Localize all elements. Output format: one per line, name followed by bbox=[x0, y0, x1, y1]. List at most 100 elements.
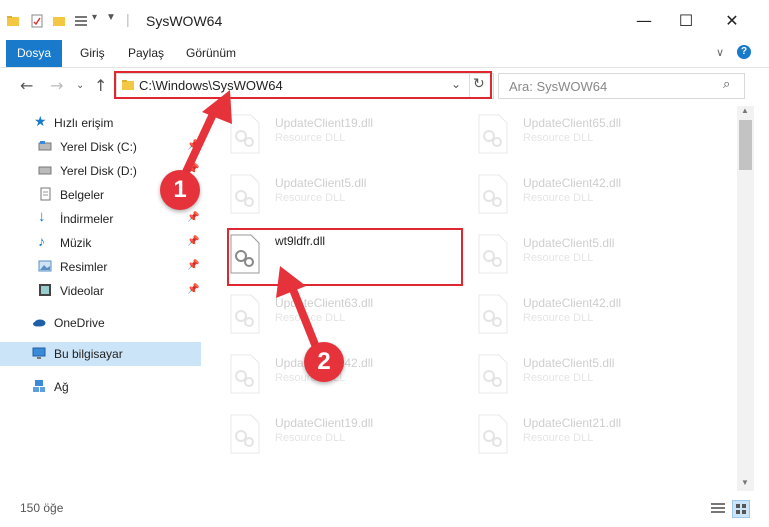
tab-home[interactable]: Giriş bbox=[80, 40, 105, 67]
file-name: UpdateClient19.dll bbox=[275, 116, 374, 130]
customize-toolbar-icon[interactable]: ▼ bbox=[106, 12, 116, 23]
nav-onedrive[interactable]: OneDrive bbox=[0, 312, 201, 334]
chevron-down-icon[interactable]: ▾ bbox=[92, 12, 97, 23]
file-item[interactable]: UpdateClient42.dll Resource DLL bbox=[477, 170, 717, 222]
file-item[interactable]: UpdateClient19.dll Resource DLL bbox=[229, 110, 469, 162]
file-item[interactable]: UpdateClient21.dll Resource DLL bbox=[477, 410, 717, 462]
nav-label: Yerel Disk (C:) bbox=[60, 140, 137, 154]
up-button[interactable]: ↑ bbox=[94, 76, 107, 95]
nav-label: Resimler bbox=[60, 260, 108, 274]
search-icon[interactable]: ⌕ bbox=[723, 77, 730, 92]
file-item[interactable]: UpdateClient42.dll Resource DLL bbox=[477, 290, 717, 342]
file-name: UpdateClient65.dll bbox=[523, 116, 622, 130]
item-count: 150 öğe bbox=[20, 501, 64, 515]
dll-file-icon bbox=[478, 414, 508, 454]
address-highlight bbox=[114, 71, 492, 99]
file-name: UpdateClient19.dll bbox=[275, 416, 374, 430]
window-title: SysWOW64 bbox=[146, 13, 223, 29]
new-folder-icon[interactable] bbox=[52, 14, 66, 28]
file-item[interactable]: UpdateClient5.dll Resource DLL bbox=[477, 230, 717, 282]
step-1-badge: 1 bbox=[160, 170, 200, 210]
search-input[interactable]: Ara: SysWOW64 bbox=[509, 79, 607, 94]
scroll-down-icon[interactable]: ▼ bbox=[741, 478, 749, 487]
scroll-up-icon[interactable]: ▲ bbox=[741, 106, 749, 115]
nav-drive-c[interactable]: Yerel Disk (C:) 📌 bbox=[0, 136, 201, 158]
expand-ribbon-icon[interactable]: ∨ bbox=[716, 46, 724, 59]
forward-button[interactable]: → bbox=[50, 76, 63, 95]
maximize-button[interactable]: ☐ bbox=[666, 8, 706, 34]
dll-file-icon bbox=[230, 354, 260, 394]
ribbon-tabs: Dosya Giriş Paylaş Görünüm ∨ ? bbox=[0, 40, 769, 68]
pin-icon: 📌 bbox=[187, 236, 200, 247]
video-icon bbox=[39, 284, 51, 296]
navigation-pane: ★ Hızlı erişim Yerel Disk (C:) 📌 Yerel D… bbox=[0, 106, 205, 491]
nav-label: OneDrive bbox=[54, 316, 105, 330]
status-bar: 150 öğe bbox=[0, 495, 769, 527]
file-name: UpdateClient42.dll bbox=[523, 296, 622, 310]
details-view-icon[interactable] bbox=[710, 501, 726, 515]
nav-label: Hızlı erişim bbox=[54, 116, 114, 130]
nav-music[interactable]: ♪ Müzik 📌 bbox=[0, 232, 201, 254]
star-icon: ★ bbox=[34, 113, 47, 129]
nav-label: Ağ bbox=[54, 380, 69, 394]
dll-file-icon bbox=[478, 234, 508, 274]
file-item[interactable]: UpdateClient65.dll Resource DLL bbox=[477, 110, 717, 162]
dll-file-icon bbox=[230, 414, 260, 454]
recent-locations-icon[interactable]: ⌄ bbox=[76, 80, 84, 91]
search-box[interactable]: Ara: SysWOW64 ⌕ bbox=[498, 73, 745, 99]
file-item[interactable]: UpdateClient19.dll Resource DLL bbox=[229, 410, 469, 462]
dll-file-icon bbox=[230, 294, 260, 334]
music-icon: ♪ bbox=[38, 233, 45, 249]
dll-file-icon bbox=[478, 114, 508, 154]
dll-file-icon bbox=[478, 294, 508, 334]
computer-icon bbox=[32, 347, 46, 359]
file-name: UpdateClient5.dll bbox=[523, 236, 615, 250]
file-type: Resource DLL bbox=[523, 192, 594, 204]
nav-network[interactable]: Ağ bbox=[0, 376, 201, 398]
folder-icon bbox=[7, 16, 19, 26]
quick-access-toolbar-icon[interactable] bbox=[74, 14, 88, 28]
file-item[interactable]: UpdateClient5.dll Resource DLL bbox=[477, 350, 717, 402]
file-type: Resource DLL bbox=[275, 432, 346, 444]
file-name: UpdateClient63.dll bbox=[275, 296, 374, 310]
close-button[interactable]: ✕ bbox=[712, 8, 752, 34]
large-icons-view-icon[interactable] bbox=[732, 500, 750, 518]
file-type: Resource DLL bbox=[275, 192, 346, 204]
file-name: UpdateClient42.dll bbox=[523, 176, 622, 190]
nav-quick-access[interactable]: ★ Hızlı erişim bbox=[0, 112, 201, 134]
dll-file-icon bbox=[230, 174, 260, 214]
tab-share[interactable]: Paylaş bbox=[128, 40, 164, 67]
nav-videos[interactable]: Videolar 📌 bbox=[0, 280, 201, 302]
back-button[interactable]: ← bbox=[20, 76, 33, 95]
pin-icon: 📌 bbox=[187, 284, 200, 295]
file-highlight bbox=[227, 228, 463, 286]
file-item[interactable]: UpdateClient5.dll Resource DLL bbox=[229, 170, 469, 222]
nav-label: Bu bilgisayar bbox=[54, 347, 123, 361]
pin-icon: 📌 bbox=[187, 260, 200, 271]
file-item[interactable]: UpdateClient42.dll Resource DLL bbox=[229, 350, 469, 402]
tab-file[interactable]: Dosya bbox=[6, 40, 62, 67]
nav-this-pc[interactable]: Bu bilgisayar bbox=[0, 342, 201, 366]
step-2-badge: 2 bbox=[304, 342, 344, 382]
properties-icon[interactable] bbox=[30, 14, 44, 28]
nav-label: Belgeler bbox=[60, 188, 105, 202]
file-type: Resource DLL bbox=[523, 252, 594, 264]
nav-pictures[interactable]: Resimler 📌 bbox=[0, 256, 201, 278]
dll-file-icon bbox=[230, 114, 260, 154]
title-divider: | bbox=[126, 11, 130, 27]
download-icon: ↓ bbox=[38, 208, 46, 225]
file-item[interactable]: UpdateClient63.dll Resource DLL bbox=[229, 290, 469, 342]
scroll-thumb[interactable] bbox=[739, 120, 752, 170]
file-name: UpdateClient21.dll bbox=[523, 416, 622, 430]
help-icon[interactable]: ? bbox=[737, 45, 751, 59]
tab-view[interactable]: Görünüm bbox=[186, 40, 236, 67]
file-name: UpdateClient5.dll bbox=[275, 176, 367, 190]
nav-downloads[interactable]: ↓ İndirmeler 📌 bbox=[0, 208, 201, 230]
dll-file-icon bbox=[478, 354, 508, 394]
file-name: UpdateClient5.dll bbox=[523, 356, 615, 370]
vertical-scrollbar[interactable]: ▲ ▼ bbox=[737, 106, 754, 491]
nav-label: İndirmeler bbox=[60, 212, 114, 226]
minimize-button[interactable]: — bbox=[624, 8, 664, 34]
file-type: Resource DLL bbox=[523, 312, 594, 324]
drive-icon bbox=[38, 166, 52, 175]
